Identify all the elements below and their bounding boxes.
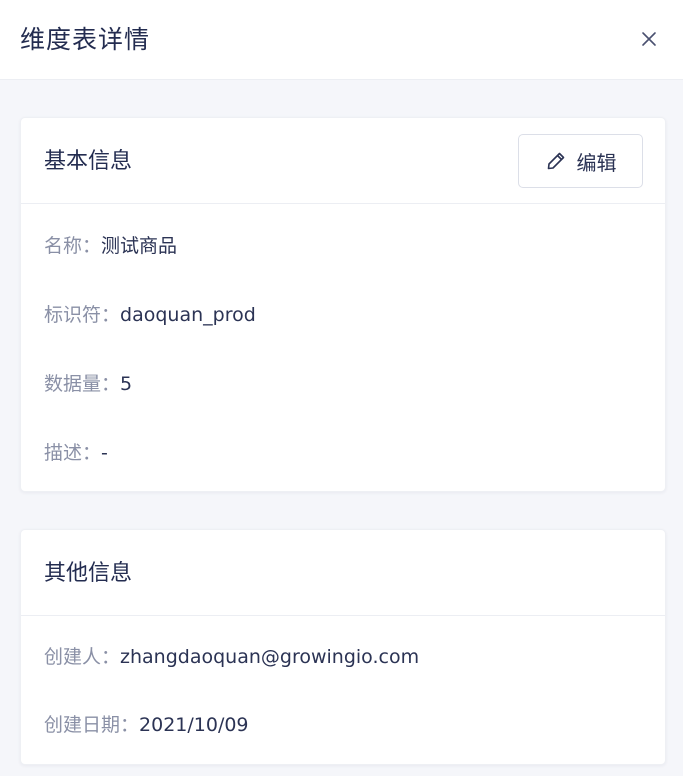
dimension-table-detail-drawer: 维度表详情 基本信息 编辑 名称：测试商品 标识符：daoquan_prod 数… [0, 0, 683, 776]
field-label: 数据量： [44, 373, 121, 395]
other-info-header: 其他信息 [21, 530, 665, 616]
field-label: 标识符： [44, 304, 121, 326]
close-icon [642, 32, 656, 46]
field-identifier: 标识符：daoquan_prod [44, 301, 256, 329]
edit-button[interactable]: 编辑 [518, 134, 643, 188]
drawer-header: 维度表详情 [0, 0, 683, 80]
field-label: 创建日期： [44, 714, 140, 736]
field-value: 测试商品 [101, 235, 178, 257]
field-label: 描述： [44, 442, 102, 464]
field-created-date: 创建日期：2021/10/09 [44, 711, 249, 739]
field-label: 名称： [44, 235, 102, 257]
field-creator: 创建人：zhangdaoquan@growingio.com [44, 643, 419, 671]
field-value: zhangdaoquan@growingio.com [120, 646, 420, 668]
field-name: 名称：测试商品 [44, 232, 177, 260]
edit-button-label: 编辑 [576, 150, 617, 175]
basic-info-header: 基本信息 编辑 [21, 118, 665, 204]
field-data-count: 数据量：5 [44, 370, 132, 398]
field-value: daoquan_prod [120, 304, 256, 326]
field-value: 5 [120, 373, 133, 395]
basic-info-card: 基本信息 编辑 名称：测试商品 标识符：daoquan_prod 数据量：5 描… [20, 117, 666, 492]
field-value: 2021/10/09 [139, 714, 249, 736]
field-label: 创建人： [44, 646, 121, 668]
other-info-title: 其他信息 [44, 561, 133, 586]
field-value: - [101, 442, 108, 464]
pencil-icon [547, 152, 564, 170]
drawer-title: 维度表详情 [20, 25, 151, 54]
field-description: 描述：- [44, 439, 108, 467]
other-info-card: 其他信息 创建人：zhangdaoquan@growingio.com 创建日期… [20, 529, 666, 765]
basic-info-title: 基本信息 [44, 149, 133, 174]
close-button[interactable] [634, 24, 664, 54]
